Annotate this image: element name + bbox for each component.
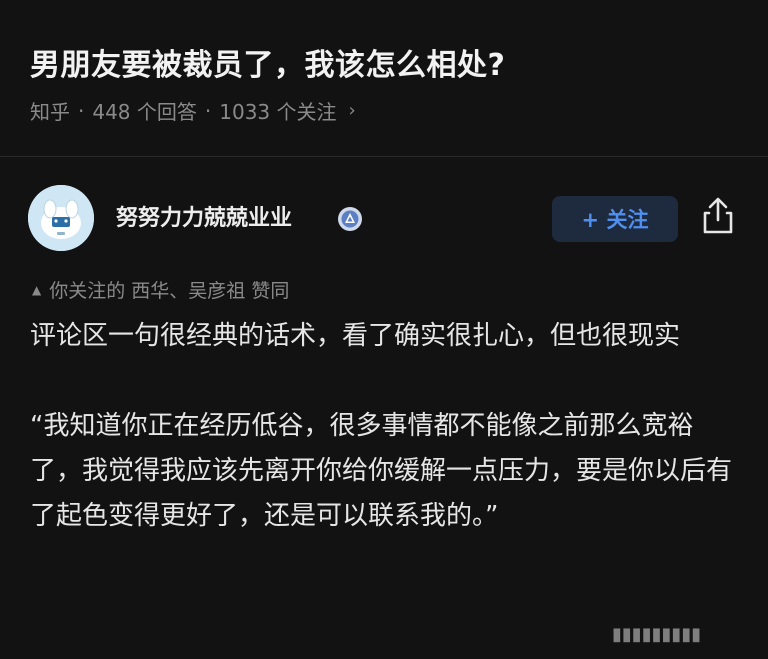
answer-body[interactable]: 评论区一句很经典的话术，看了确实很扎心，但也很现实 “我知道你正在经历低谷，很多… [30, 314, 742, 539]
answers-count: 448 个回答 [92, 100, 197, 124]
share-icon[interactable] [700, 196, 736, 236]
up-triangle-icon: ▲ [32, 282, 42, 297]
watermark: ▮▮▮▮▮▮▮▮▮ [612, 624, 702, 645]
avatar[interactable] [28, 185, 94, 251]
endorsement-line: ▲ 你关注的 西华、吴彦祖 赞同 [32, 276, 289, 303]
cartoon-dog-avatar-icon [28, 185, 94, 251]
meta-separator: · [78, 98, 85, 123]
chevron-right-icon[interactable]: › [349, 100, 356, 121]
question-meta[interactable]: 知乎 · 448 个回答 · 1033 个关注 › [30, 96, 356, 125]
endorsement-text: 你关注的 西华、吴彦祖 赞同 [49, 280, 290, 302]
verified-badge-icon [337, 206, 363, 232]
question-title[interactable]: 男朋友要被裁员了，我该怎么相处? [30, 40, 505, 84]
divider [0, 156, 768, 157]
follow-button[interactable]: + 关注 [552, 196, 678, 242]
source-label: 知乎 [30, 100, 70, 124]
author-name[interactable]: 努努力力兢兢业业 [116, 200, 292, 232]
meta-separator: · [204, 98, 212, 123]
answer-paragraph: 评论区一句很经典的话术，看了确实很扎心，但也很现实 [30, 321, 681, 351]
followers-count: 1033 个关注 [219, 100, 337, 124]
answer-quote-paragraph: “我知道你正在经历低谷，很多事情都不能像之前那么宽裕了，我觉得我应该先离开你给你… [30, 411, 733, 531]
